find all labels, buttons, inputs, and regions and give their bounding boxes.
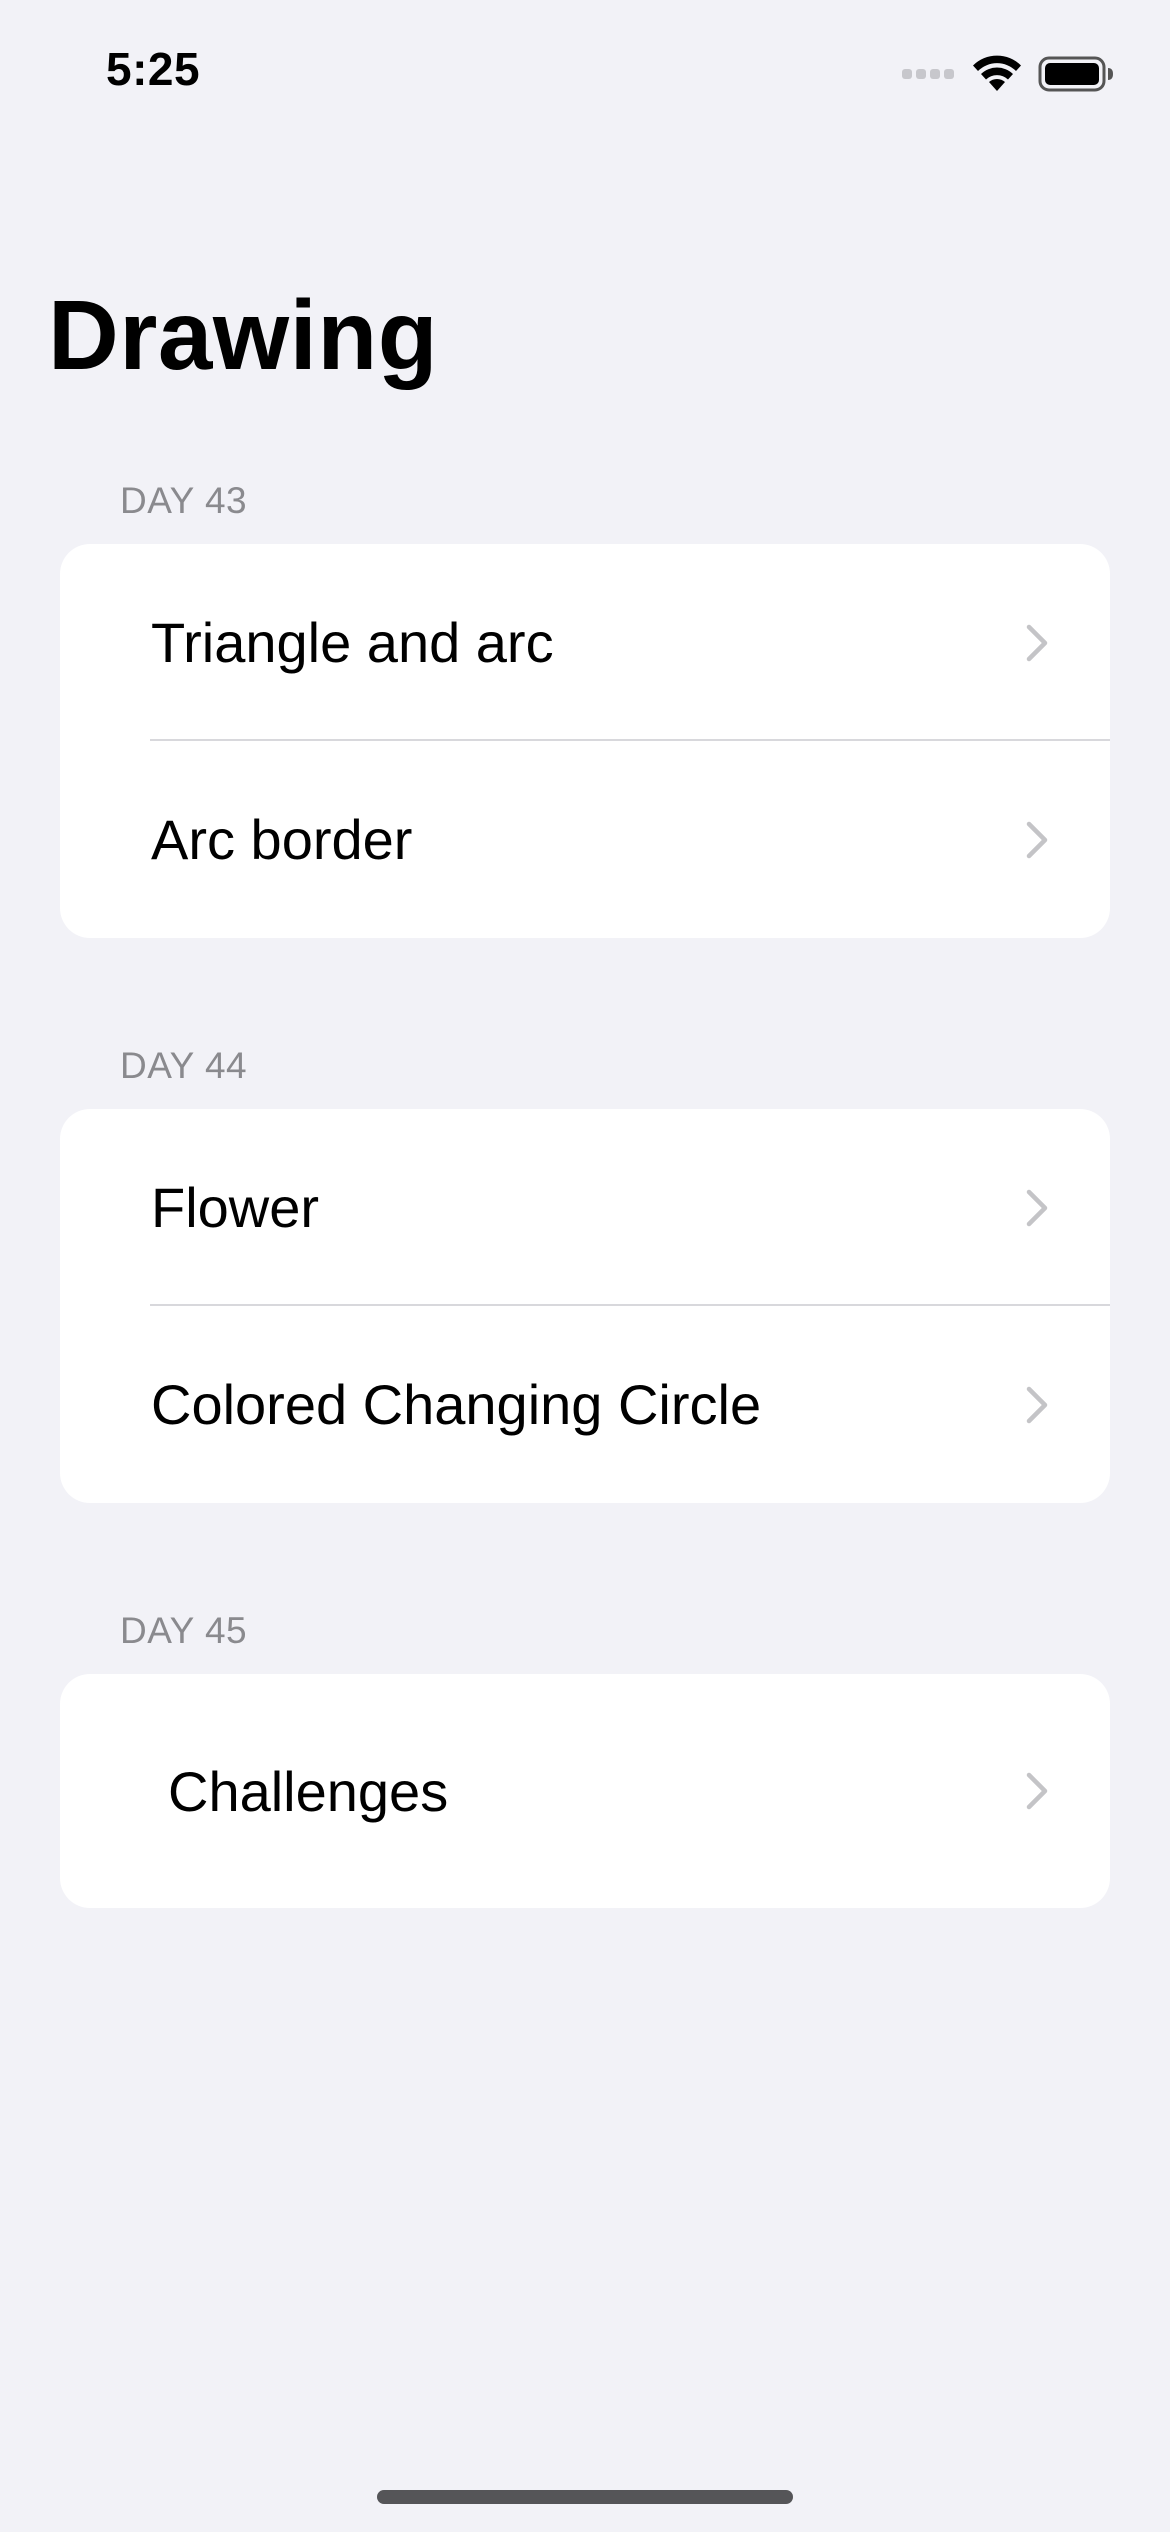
list-item-flower[interactable]: Flower [60,1109,1110,1306]
status-icons [902,52,1114,96]
chevron-right-icon [1026,624,1048,661]
section-header-day-45: DAY 45 [120,1610,248,1651]
battery-icon [1038,56,1113,92]
list-item-arc-border[interactable]: Arc border [60,741,1110,938]
list-group-day-44: Flower Colored Changing Circle [60,1109,1110,1503]
list-group-day-45: Challenges [60,1674,1110,1908]
status-time: 5:25 [106,43,201,95]
list-item-label: Arc border [151,808,413,871]
home-indicator[interactable] [377,2490,793,2504]
wifi-icon [973,55,1021,91]
page-title: Drawing [48,280,439,390]
section-header-day-43: DAY 43 [120,480,248,521]
list-item-label: Colored Changing Circle [151,1373,762,1436]
chevron-right-icon [1026,1189,1048,1226]
list-item-colored-changing-circle[interactable]: Colored Changing Circle [60,1306,1110,1503]
list-item-challenges[interactable]: Challenges [60,1674,1110,1908]
chevron-right-icon [1026,1772,1048,1810]
chevron-right-icon [1026,1386,1048,1423]
status-bar: 5:25 [0,0,1170,140]
signal-icon [902,69,954,79]
list-item-label: Challenges [168,1759,449,1823]
list-item-label: Triangle and arc [151,611,554,674]
list-item-label: Flower [151,1176,320,1239]
list-item-triangle-and-arc[interactable]: Triangle and arc [60,544,1110,741]
list-group-day-43: Triangle and arc Arc border [60,544,1110,938]
section-header-day-44: DAY 44 [120,1045,248,1086]
chevron-right-icon [1026,821,1048,858]
